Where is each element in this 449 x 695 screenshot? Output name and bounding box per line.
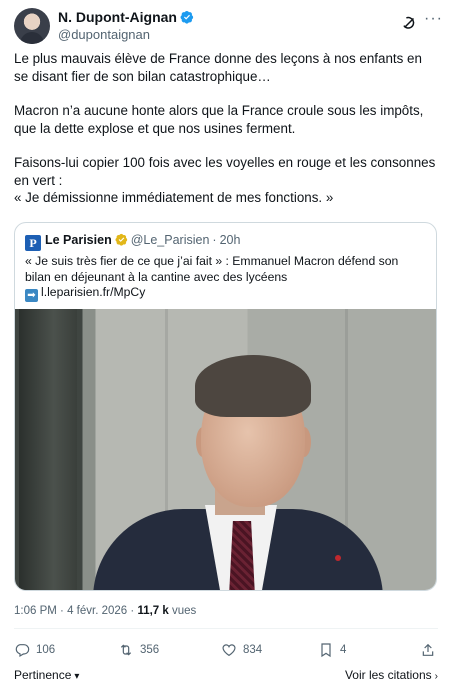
reply-button[interactable]: 106 — [14, 640, 55, 660]
quoted-tweet-time: 20h — [219, 233, 241, 247]
quoted-tweet-card[interactable]: P Le Parisien @Le_Parisien · 20h « Je suis t… — [14, 222, 437, 591]
tweet-paragraph: Le plus mauvais élève de France donne de… — [14, 51, 422, 84]
author-name-text[interactable]: N. Dupont-Aignan — [58, 9, 177, 25]
replies-footer: Pertinence ▾ Voir les citations › — [14, 668, 438, 686]
tweet-paragraph: Macron n’a aucune honte alors que la Fra… — [14, 103, 424, 136]
divider — [14, 628, 438, 629]
sort-dropdown[interactable]: Pertinence ▾ — [14, 668, 79, 682]
like-count: 834 — [243, 644, 263, 656]
views-label: vues — [171, 605, 197, 617]
view-quotes-label: Voir les citations — [344, 668, 432, 682]
meta-separator: · — [212, 233, 217, 247]
tweet-time[interactable]: 1:06 PM — [14, 605, 57, 617]
bookmark-count: 4 — [340, 644, 347, 656]
sort-label: Pertinence — [14, 668, 72, 682]
bookmark-button[interactable]: 4 — [318, 640, 346, 660]
grok-icon[interactable] — [400, 14, 418, 32]
tweet-header: N. Dupont-Aignan @dupontaignan ··· — [14, 8, 442, 44]
author-avatar[interactable] — [14, 8, 50, 44]
photo-lapel-pin — [335, 555, 341, 561]
tweet-timestamp: 1:06 PM · 4 févr. 2026 · 11,7 k vues — [14, 605, 196, 617]
photo-pillar — [19, 309, 77, 590]
quoted-tweet-body: « Je suis très fier de ce que j’ai fait … — [25, 254, 399, 284]
quoted-tweet-text: « Je suis très fier de ce que j’ai fait … — [25, 254, 425, 302]
tweet-paragraph: Faisons-lui copier 100 fois avec les voy… — [14, 155, 436, 188]
author-name[interactable]: N. Dupont-Aignan — [58, 9, 194, 25]
quoted-tweet-photo[interactable] — [15, 309, 436, 590]
meta-separator: · — [130, 605, 135, 617]
right-arrow-icon: ➡ — [25, 289, 38, 302]
tweet-actions: 106 356 834 4 — [14, 640, 438, 660]
quoted-author-handle[interactable]: @Le_Parisien — [131, 233, 210, 247]
chevron-right-icon: › — [434, 671, 438, 682]
photo-tie — [229, 521, 255, 590]
view-quotes-link[interactable]: Voir les citations › — [345, 668, 438, 682]
quoted-author-name[interactable]: Le Parisien — [45, 233, 112, 247]
photo-hair — [195, 355, 311, 417]
quoted-tweet-link-row: ➡ l.leparisien.fr/MpCy — [25, 285, 425, 302]
bookmark-icon — [321, 643, 331, 658]
quoted-tweet-header: P Le Parisien @Le_Parisien · 20h — [25, 233, 240, 251]
meta-separator: · — [60, 605, 64, 617]
share-button[interactable] — [420, 640, 442, 660]
chevron-down-icon: ▾ — [74, 671, 80, 682]
author-handle[interactable]: @dupontaignan — [58, 27, 150, 42]
tweet-paragraph: « Je démissionne immédiatement de mes fo… — [14, 190, 334, 205]
tweet-body: Le plus mauvais élève de France donne de… — [14, 50, 438, 207]
quoted-tweet-link[interactable]: l.leparisien.fr/MpCy — [41, 285, 145, 299]
verified-badge-icon — [180, 10, 194, 24]
reply-icon — [15, 644, 30, 658]
gold-verified-badge-icon — [115, 233, 127, 246]
reply-count: 106 — [36, 644, 56, 656]
repost-button[interactable]: 356 — [118, 640, 159, 660]
more-options-icon[interactable]: ··· — [424, 11, 444, 32]
le-parisien-logo[interactable]: P — [25, 235, 41, 251]
share-icon — [422, 643, 434, 656]
repost-count: 356 — [140, 644, 160, 656]
like-button[interactable]: 834 — [221, 640, 262, 660]
views-count: 11,7 k — [137, 605, 169, 617]
tweet-date[interactable]: 4 févr. 2026 — [67, 605, 127, 617]
heart-icon — [222, 644, 236, 657]
repost-icon — [120, 644, 132, 656]
